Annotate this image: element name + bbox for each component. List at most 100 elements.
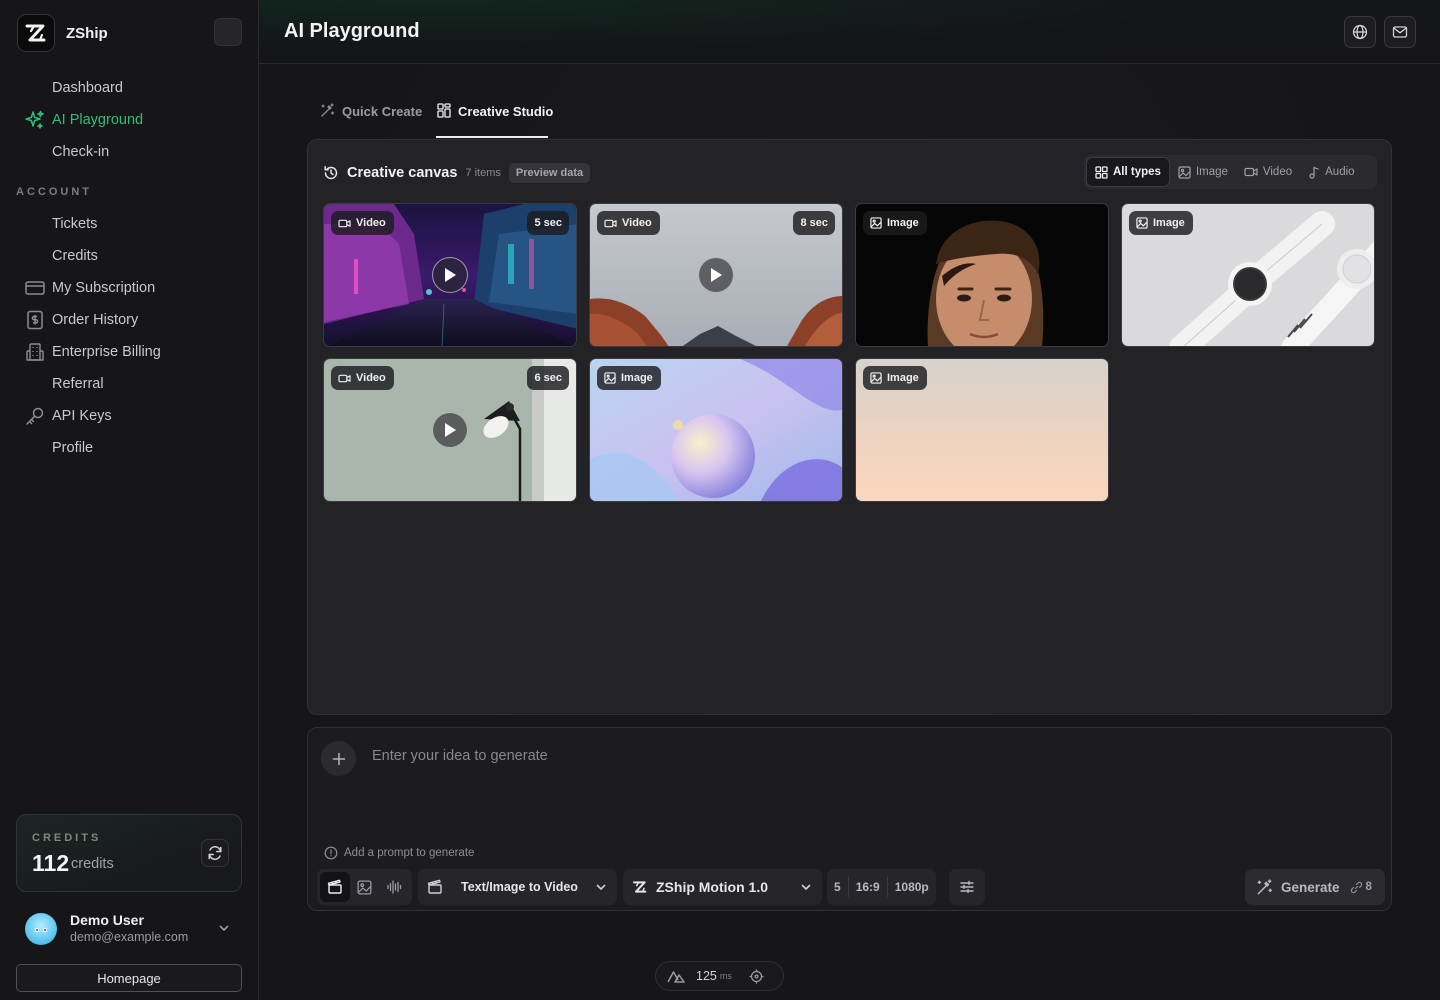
model-select[interactable]: ZShip Motion 1.0 — [623, 869, 822, 905]
sidebar-item-check-in[interactable]: Check-in — [24, 138, 244, 166]
mail-icon — [1392, 26, 1408, 38]
play-icon — [711, 268, 722, 282]
sidebar-item-label: Check-in — [52, 144, 110, 160]
canvas-item-card[interactable]: Image — [855, 358, 1109, 502]
user-name: Demo User — [70, 912, 144, 928]
generation-params[interactable]: 5 16:9 1080p — [827, 869, 936, 905]
mode-video-button[interactable] — [320, 872, 350, 902]
sidebar-item-my-subscription[interactable]: My Subscription — [24, 274, 244, 302]
item-type-badge: Video — [331, 366, 394, 390]
account-section-label: ACCOUNT — [16, 186, 92, 198]
sidebar-item-credits[interactable]: Credits — [24, 242, 244, 270]
filter-label: All types — [1113, 166, 1161, 178]
canvas-item-card[interactable]: Image — [589, 358, 843, 502]
sidebar-item-referral[interactable]: Referral — [24, 370, 244, 398]
brand-name: ZShip — [66, 24, 108, 42]
generation-mode-select[interactable]: Text/Image to Video — [418, 869, 617, 905]
item-type-badge: Image — [863, 211, 927, 235]
canvas-item-card[interactable]: Video 5 sec — [323, 203, 577, 347]
filter-all-types[interactable]: All types — [1086, 157, 1170, 187]
tab-label: Creative Studio — [458, 104, 554, 119]
globe-icon — [1352, 24, 1368, 40]
play-button[interactable] — [698, 257, 734, 293]
duration-param[interactable]: 5 — [827, 877, 848, 897]
refresh-credits-button[interactable] — [201, 839, 229, 867]
generate-button[interactable]: Generate 8 — [1245, 869, 1385, 905]
output-mode-group — [317, 869, 412, 905]
filter-label: Image — [1195, 166, 1228, 178]
generation-mode-value: Text/Image to Video — [461, 880, 578, 894]
sidebar-item-label: AI Playground — [52, 112, 144, 128]
image-icon — [604, 372, 616, 384]
magic-wand-icon — [1256, 878, 1273, 896]
sidebar-item-dashboard[interactable]: Dashboard — [24, 74, 244, 102]
image-icon — [1178, 165, 1191, 179]
aspect-ratio-param[interactable]: 16:9 — [847, 877, 887, 897]
messages-button[interactable] — [1384, 16, 1416, 48]
link-icon — [1350, 881, 1363, 894]
tab-label: Quick Create — [342, 104, 423, 119]
avatar — [25, 913, 57, 945]
filter-audio[interactable]: Audio — [1300, 157, 1362, 187]
filter-image[interactable]: Image — [1170, 157, 1236, 187]
generate-cost: 8 — [1365, 881, 1372, 893]
sidebar-item-ai-playground[interactable]: AI Playground — [24, 106, 244, 134]
magic-wand-icon — [320, 103, 335, 118]
clapperboard-icon — [327, 879, 342, 894]
item-type-badge: Image — [863, 366, 927, 390]
prompt-input[interactable] — [372, 744, 1352, 768]
sidebar-toggle-button[interactable] — [214, 18, 242, 46]
prompt-composer: Add a prompt to generate Text/Image to V… — [307, 727, 1392, 911]
tab-quick-create[interactable]: Quick Create — [320, 103, 423, 138]
duration-badge: 6 sec — [527, 366, 569, 390]
sidebar-item-profile[interactable]: Profile — [24, 434, 244, 462]
zship-logo-icon — [17, 14, 55, 52]
sidebar-item-label: API Keys — [52, 408, 112, 424]
latency-unit: ms — [719, 971, 732, 981]
brand[interactable]: ZShip — [17, 14, 108, 52]
receipt-dollar-icon — [24, 309, 46, 331]
audio-waveform-icon — [387, 880, 402, 894]
sidebar-item-tickets[interactable]: Tickets — [24, 210, 244, 238]
item-type-badge: Video — [597, 211, 660, 235]
sidebar-item-enterprise-billing[interactable]: Enterprise Billing — [24, 338, 244, 366]
video-icon — [1244, 166, 1258, 178]
mode-audio-button[interactable] — [379, 872, 409, 902]
key-icon — [24, 405, 46, 427]
grid-icon — [1095, 165, 1108, 179]
canvas-item-card[interactable]: Video 6 sec — [323, 358, 577, 502]
canvas-item-card[interactable]: Image — [855, 203, 1109, 347]
user-menu[interactable]: Demo User demo@example.com — [24, 910, 240, 950]
sliders-icon — [960, 880, 974, 894]
item-type-badge: Image — [1129, 211, 1193, 235]
advanced-settings-button[interactable] — [949, 869, 985, 905]
filter-video[interactable]: Video — [1236, 157, 1300, 187]
sidebar-item-label: My Subscription — [52, 280, 156, 296]
resolution-param[interactable]: 1080p — [886, 877, 936, 897]
video-icon — [338, 218, 351, 229]
video-icon — [604, 218, 617, 229]
top-header: AI Playground — [259, 0, 1440, 64]
canvas-item-card[interactable]: Image — [1121, 203, 1375, 347]
item-type-badge: Image — [597, 366, 661, 390]
canvas-item-card[interactable]: Video 8 sec — [589, 203, 843, 347]
duration-badge: 5 sec — [527, 211, 569, 235]
framework-logo-icon — [667, 969, 685, 983]
play-icon — [445, 423, 456, 437]
mode-image-button[interactable] — [350, 872, 380, 902]
active-tab-indicator — [436, 136, 548, 138]
credits-unit: credits — [71, 856, 114, 872]
sidebar-item-api-keys[interactable]: API Keys — [24, 402, 244, 430]
play-button[interactable] — [432, 412, 468, 448]
sidebar-item-label: Profile — [52, 440, 94, 456]
homepage-button[interactable]: Homepage — [16, 964, 242, 992]
language-button[interactable] — [1344, 16, 1376, 48]
add-attachment-button[interactable] — [321, 741, 356, 776]
page-title: AI Playground — [284, 20, 420, 42]
play-button[interactable] — [432, 257, 468, 293]
crosshair-icon[interactable] — [749, 969, 764, 984]
tab-creative-studio[interactable]: Creative Studio — [437, 103, 554, 138]
item-type-label: Image — [621, 372, 653, 384]
type-filter-group: All types Image Video Audio — [1084, 155, 1377, 189]
sidebar-item-order-history[interactable]: Order History — [24, 306, 244, 334]
